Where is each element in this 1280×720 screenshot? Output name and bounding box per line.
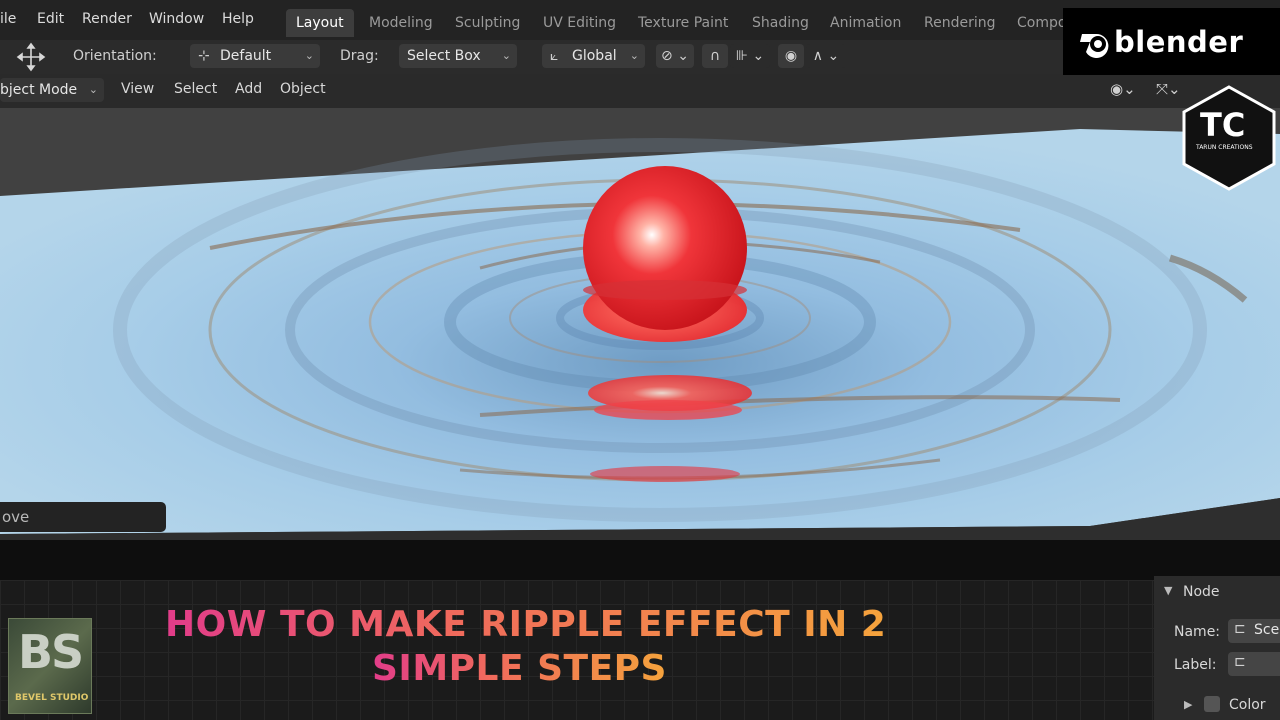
orientation-label: Orientation: <box>73 48 157 64</box>
blender-logo-icon <box>1080 33 1109 58</box>
magnet-icon: ∩ <box>709 48 721 64</box>
drag-label: Drag: <box>340 48 379 64</box>
node-type-icon: ⊏ <box>1234 621 1246 637</box>
falloff-button[interactable]: ∧ ⌄ <box>806 44 846 68</box>
operator-label: ove <box>2 508 30 526</box>
tab-shading[interactable]: Shading <box>742 9 819 37</box>
collapse-triangle-icon[interactable]: ▼ <box>1164 584 1172 597</box>
3d-viewport[interactable] <box>0 108 1280 540</box>
chevron-down-icon: ⌄ <box>501 49 511 62</box>
transform-orientation-icon: ⟀ <box>550 48 559 64</box>
drag-value: Select Box <box>407 48 481 64</box>
orientation-dropdown[interactable]: ⊹ Default ⌄ <box>190 44 320 68</box>
blender-logo-text: blender <box>1114 25 1244 59</box>
mode-value: bject Mode <box>0 82 78 98</box>
bs-logo-text: BS <box>18 625 84 679</box>
name-value: Sce <box>1254 622 1280 638</box>
snap-toggle[interactable]: ∩ <box>702 44 728 68</box>
tab-animation[interactable]: Animation <box>820 9 911 37</box>
menu-edit[interactable]: Edit <box>37 11 64 27</box>
tab-rendering[interactable]: Rendering <box>914 9 1006 37</box>
transform-orientation-dropdown[interactable]: ⟀ Global ⌄ <box>542 44 645 68</box>
node-panel-header[interactable]: Node <box>1183 584 1220 600</box>
axes-icon: ⊹ <box>198 48 210 64</box>
falloff-curve-icon: ∧ ⌄ <box>812 48 840 64</box>
orientation-value: Default <box>220 48 272 64</box>
proportional-circle-icon: ◉ <box>784 48 798 64</box>
chevron-down-icon: ⌄ <box>304 49 314 62</box>
snap-increment-icon: ⊪ ⌄ <box>735 48 765 64</box>
drag-dropdown[interactable]: Select Box ⌄ <box>399 44 517 68</box>
tab-uv-editing[interactable]: UV Editing <box>533 9 626 37</box>
label-label: Label: <box>1174 657 1217 673</box>
menu-file[interactable]: ile <box>0 11 16 27</box>
node-sidebar-panel: ▼ Node Name: ⊏ Sce Label: ⊏ ▶ Color <box>1154 576 1280 720</box>
chevron-down-icon: ⌄ <box>629 49 639 62</box>
bs-logo-subtext: BEVEL STUDIO <box>15 693 89 703</box>
tab-sculpting[interactable]: Sculpting <box>445 9 530 37</box>
snap-target-button[interactable]: ⊪ ⌄ <box>730 44 770 68</box>
viewport-menu-select[interactable]: Select <box>174 81 217 97</box>
menu-window[interactable]: Window <box>149 11 204 27</box>
tab-modeling[interactable]: Modeling <box>359 9 443 37</box>
tab-texture-paint[interactable]: Texture Paint <box>628 9 738 37</box>
tc-logo-subtext: TARUN CREATIONS <box>1196 144 1253 151</box>
tab-layout[interactable]: Layout <box>286 9 354 37</box>
name-field[interactable]: ⊏ Sce <box>1228 619 1280 643</box>
viewport-menu-object[interactable]: Object <box>280 81 326 97</box>
editor-divider <box>0 540 1280 580</box>
title-line-2: SIMPLE STEPS <box>372 648 667 689</box>
color-checkbox[interactable] <box>1204 696 1220 712</box>
pivot-point-button[interactable]: ⊘ ⌄ <box>656 44 694 68</box>
menu-render[interactable]: Render <box>82 11 132 27</box>
tc-logo-text: TC <box>1200 106 1246 144</box>
ripple-scene <box>0 108 1280 540</box>
proportional-edit-toggle[interactable]: ◉ <box>778 44 804 68</box>
gizmo-icon[interactable]: ⤧⌄ <box>1156 80 1181 98</box>
last-operator-panel[interactable]: ove <box>0 502 166 532</box>
color-label: Color <box>1229 697 1266 713</box>
transform-orientation-value: Global <box>572 48 617 64</box>
title-line-1: HOW TO MAKE RIPPLE EFFECT IN 2 <box>165 604 887 645</box>
name-label: Name: <box>1174 624 1221 640</box>
menu-help[interactable]: Help <box>222 11 254 27</box>
object-mode-dropdown[interactable]: bject Mode ⌄ <box>0 78 104 102</box>
bevel-studio-logo: BS BEVEL STUDIO <box>8 618 92 714</box>
label-field[interactable]: ⊏ <box>1228 652 1280 676</box>
pivot-link-icon: ⊘ ⌄ <box>661 48 689 64</box>
chevron-down-icon: ⌄ <box>88 83 98 96</box>
move-tool-icon[interactable] <box>16 42 46 72</box>
node-type-icon: ⊏ <box>1234 654 1246 670</box>
expand-triangle-icon[interactable]: ▶ <box>1184 698 1192 711</box>
viewport-menu-add[interactable]: Add <box>235 81 262 97</box>
visibility-eye-icon[interactable]: ◉⌄ <box>1110 80 1136 98</box>
viewport-menu-view[interactable]: View <box>121 81 154 97</box>
